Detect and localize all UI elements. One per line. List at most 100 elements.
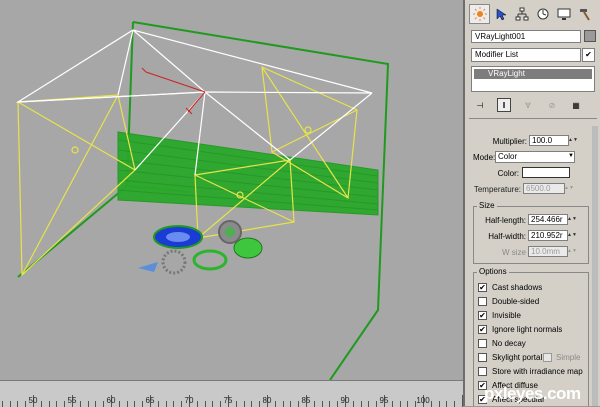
multiplier-row: Multiplier: 100.0 ▲▼ (473, 134, 589, 148)
ignore-light-normals-checkbox[interactable]: ✔ (478, 325, 487, 334)
spinner-arrows-icon[interactable]: ▲▼ (564, 183, 574, 194)
w-size-label: W size (502, 247, 526, 257)
frame-tick (196, 401, 198, 407)
frame-tick (321, 401, 323, 407)
multiplier-spinner[interactable]: 100.0 (529, 135, 569, 146)
simple-checkbox[interactable] (543, 353, 552, 362)
store-with-irradiance-map-checkbox[interactable] (478, 367, 487, 376)
frame-label: 90 (340, 396, 350, 405)
scene-render (15, 21, 390, 380)
watermark-logo: pxleyes.com (484, 384, 581, 403)
frame-tick (87, 401, 89, 407)
half-width-row: Half-width: 210.952r ▲▼ (474, 229, 590, 243)
frame-label: 80 (262, 396, 272, 405)
color-row: Color: (473, 166, 589, 180)
perspective-viewport[interactable] (0, 0, 463, 380)
frame-tick (40, 401, 42, 407)
frame-label: 70 (184, 396, 194, 405)
frame-tick (118, 401, 120, 407)
frame-tick (274, 401, 276, 407)
frame-tick (126, 401, 128, 407)
panel-scrollbar[interactable] (592, 126, 598, 406)
frame-tick (298, 401, 300, 407)
motion-icon (537, 8, 548, 20)
create-tab[interactable] (469, 4, 490, 24)
frame-tick (220, 401, 222, 407)
frame-tick (446, 401, 448, 407)
mode-dropdown[interactable]: Color (495, 151, 575, 163)
modify-tab[interactable] (490, 4, 511, 24)
frame-label: 75 (223, 396, 233, 405)
object-name-field[interactable]: VRayLight001 (471, 30, 581, 43)
temperature-spinner[interactable]: 6500.0 (523, 183, 565, 194)
spinner-arrows-icon[interactable]: ▲▼ (568, 135, 578, 146)
spinner-arrows-icon[interactable]: ▲▼ (567, 230, 577, 241)
frame-label: 60 (106, 396, 116, 405)
modifier-stack[interactable]: VRayLight (471, 66, 595, 92)
props-objects (138, 220, 263, 275)
double-sided-label: Double-sided (492, 297, 540, 306)
half-length-row: Half-length: 254.466r ▲▼ (474, 213, 590, 227)
frame-tick (17, 401, 19, 407)
pin-stack-icon[interactable]: ⊣ (473, 98, 487, 112)
frame-label: 50 (28, 396, 38, 405)
frame-tick (142, 401, 144, 407)
display-tab[interactable] (553, 4, 574, 24)
spinner-arrows-icon[interactable]: ▲▼ (567, 214, 577, 225)
frame-tick (282, 401, 284, 407)
motion-tab[interactable] (532, 4, 553, 24)
check-icon[interactable]: ✔ (582, 48, 595, 62)
mode-label: Mode: (473, 152, 496, 162)
frame-tick (313, 401, 315, 407)
no-decay-checkbox[interactable] (478, 339, 487, 348)
skylight-portal-checkbox[interactable] (478, 353, 487, 362)
make-unique-icon[interactable]: ∀ (521, 98, 535, 112)
half-length-spinner[interactable]: 254.466r (528, 214, 568, 225)
frame-tick (251, 401, 253, 407)
frame-label: 95 (379, 396, 389, 405)
frame-label: 65 (145, 396, 155, 405)
frame-tick (9, 401, 11, 407)
frame-tick (173, 401, 175, 407)
object-color-swatch[interactable] (584, 30, 596, 42)
cast-shadows-checkbox[interactable]: ✔ (478, 283, 487, 292)
pointer-icon (496, 8, 507, 21)
configure-sets-icon[interactable]: ▦ (569, 98, 583, 112)
frame-tick (454, 401, 456, 407)
spinner-arrows-icon[interactable]: ▲▼ (567, 246, 577, 257)
frame-tick (391, 401, 393, 407)
frame-tick (337, 401, 339, 407)
size-title: Size (477, 201, 497, 210)
frame-tick (212, 401, 214, 407)
frame-tick (329, 401, 331, 407)
frame-tick (25, 401, 27, 407)
frame-tick (438, 401, 440, 407)
utilities-tab[interactable] (574, 4, 595, 24)
half-length-label: Half-length: (485, 215, 526, 225)
modifier-stack-item[interactable]: VRayLight (474, 69, 592, 79)
no-decay-label: No decay (492, 339, 526, 348)
hammer-icon (579, 9, 590, 21)
display-icon (557, 8, 570, 20)
frame-tick (235, 401, 237, 407)
mode-row: Mode: Color ▼ (473, 150, 589, 164)
half-width-spinner[interactable]: 210.952r (528, 230, 568, 241)
frame-tick (243, 401, 245, 407)
show-end-result-icon[interactable]: ‖ (497, 98, 511, 112)
frame-tick (352, 401, 354, 407)
double-sided-checkbox[interactable] (478, 297, 487, 306)
track-bar[interactable]: 50 55 60 65 70 75 80 85 90 95 100 (0, 380, 463, 407)
frame-label: 55 (67, 396, 77, 405)
parameters-rollout: Multiplier: 100.0 ▲▼ Mode: Color ▼ Color… (473, 126, 591, 406)
invisible-checkbox[interactable]: ✔ (478, 311, 487, 320)
remove-modifier-icon[interactable]: ⊘ (545, 98, 559, 112)
color-swatch[interactable] (522, 167, 570, 178)
frame-tick (157, 401, 159, 407)
frame-tick (204, 401, 206, 407)
modifier-list-dropdown[interactable]: Modifier List (471, 48, 581, 62)
w-size-spinner[interactable]: 10.0mm (528, 246, 568, 257)
multiplier-label: Multiplier: (492, 136, 527, 146)
divider (469, 118, 597, 119)
frame-tick (95, 401, 97, 407)
hierarchy-tab[interactable] (511, 4, 532, 24)
